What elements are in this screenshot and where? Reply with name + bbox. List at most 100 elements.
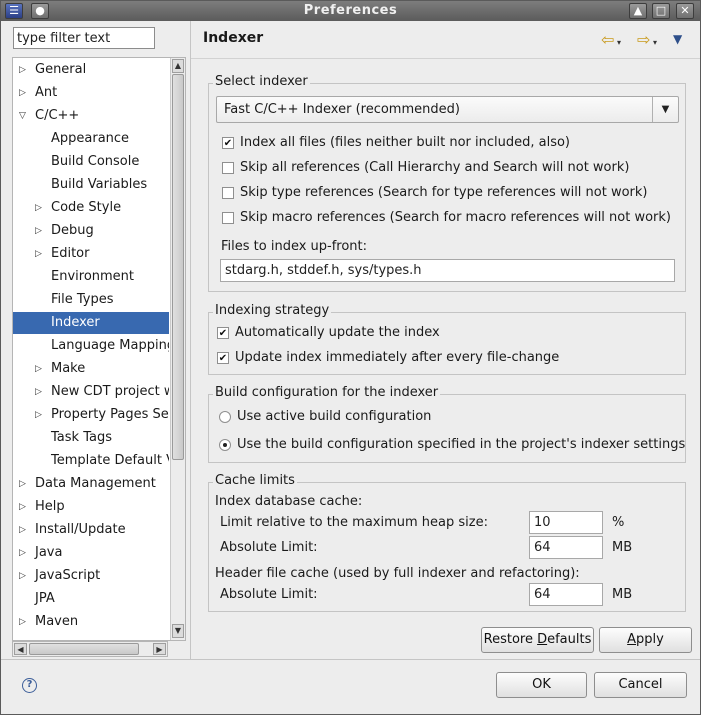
relative-limit-label: Limit relative to the maximum heap size:	[220, 515, 488, 530]
collapsed-arrow-icon[interactable]: ▷	[35, 220, 42, 242]
indexer-option-label: Skip macro references (Search for macro …	[240, 210, 672, 225]
indexer-option-label: Skip type references (Search for type re…	[240, 185, 648, 200]
tree-item[interactable]: Environment	[13, 266, 169, 288]
tree-horizontal-scrollbar[interactable]: ◀ ▶	[12, 641, 168, 657]
upfront-files-label: Files to index up-front:	[221, 239, 368, 254]
apply-button[interactable]: Apply	[599, 627, 692, 653]
scroll-up-icon[interactable]: ▲	[172, 59, 184, 73]
tree-item[interactable]: Task Tags	[13, 427, 169, 449]
collapsed-arrow-icon[interactable]: ▷	[19, 542, 26, 564]
upfront-files-input[interactable]	[220, 259, 675, 282]
tree-item[interactable]: JPA	[13, 588, 169, 610]
checkbox[interactable]: ✔	[217, 327, 229, 339]
preferences-window: ☰ ● Preferences ▲ □ ✕ ▷ Maven JPA ▷ JavaScri…	[0, 0, 701, 715]
preference-tree[interactable]: ▷ Maven JPA ▷ JavaScript ▷ Java ▷ Install/Update…	[12, 57, 186, 641]
indexer-select-value: Fast C/C++ Indexer (recommended)	[224, 102, 460, 117]
tree-item[interactable]: Template Default Values	[13, 450, 169, 472]
tree-item[interactable]: ▷ Java	[13, 542, 169, 564]
tree-item[interactable]: Indexer	[13, 312, 169, 334]
tree-item[interactable]: ▷ Maven	[13, 611, 169, 633]
tree-item[interactable]: ▷ Ant	[13, 82, 169, 104]
tree-item[interactable]: ▷ Data Management	[13, 473, 169, 495]
tree-item-label: New CDT project wizard	[51, 384, 169, 399]
strategy-option-label: Update index immediately after every fil…	[235, 350, 560, 365]
relative-limit-unit: %	[612, 515, 625, 530]
collapsed-arrow-icon[interactable]: ▷	[19, 519, 26, 541]
tree-item[interactable]: Build Console	[13, 151, 169, 173]
collapsed-arrow-icon[interactable]: ▷	[35, 381, 42, 403]
tree-item-label: C/C++	[35, 108, 80, 123]
tree-item[interactable]: Appearance	[13, 128, 169, 150]
tree-item[interactable]: Language Mappings	[13, 335, 169, 357]
radio-button[interactable]	[219, 411, 231, 423]
indexer-select[interactable]: Fast C/C++ Indexer (recommended) ▼	[216, 96, 679, 123]
collapsed-arrow-icon[interactable]: ▷	[35, 404, 42, 426]
scroll-right-icon[interactable]: ▶	[153, 643, 166, 655]
collapsed-arrow-icon[interactable]: ▷	[19, 565, 26, 587]
scroll-left-icon[interactable]: ◀	[14, 643, 27, 655]
collapsed-arrow-icon[interactable]: ▷	[19, 611, 26, 633]
tree-item[interactable]: ▷ Property Pages Settings	[13, 404, 169, 426]
scroll-thumb[interactable]	[172, 74, 184, 460]
checkbox[interactable]	[222, 162, 234, 174]
tree-item[interactable]: ▷ Editor	[13, 243, 169, 265]
build-config-option-label: Use the build configuration specified in…	[237, 437, 686, 452]
collapsed-arrow-icon[interactable]: ▷	[19, 82, 26, 104]
collapsed-arrow-icon[interactable]: ▷	[19, 496, 26, 518]
close-button[interactable]: ✕	[676, 3, 694, 19]
checkbox[interactable]: ✔	[222, 137, 234, 149]
tree-item-label: JavaScript	[35, 568, 101, 583]
tree-item[interactable]: Build Variables	[13, 174, 169, 196]
tree-item-label: Editor	[51, 246, 90, 261]
collapsed-arrow-icon[interactable]: ▷	[35, 243, 42, 265]
chevron-down-icon[interactable]: ▼	[652, 97, 678, 122]
tree-item[interactable]: ▷ General	[13, 59, 169, 81]
dialog-separator	[1, 659, 700, 660]
forward-arrow-icon[interactable]: ⇨ ▾	[637, 30, 657, 49]
collapsed-arrow-icon[interactable]: ▷	[35, 358, 42, 380]
splitter-sash[interactable]	[190, 21, 191, 659]
back-arrow-icon[interactable]: ⇦ ▾	[601, 30, 621, 49]
header-absolute-limit-label: Absolute Limit:	[220, 587, 318, 602]
tree-item-label: Appearance	[51, 131, 130, 146]
hscroll-thumb[interactable]	[29, 643, 139, 655]
window-title: Preferences	[303, 3, 398, 18]
tree-vertical-scrollbar[interactable]: ▲ ▼	[170, 58, 185, 640]
title-bar[interactable]: ☰ ● Preferences ▲ □ ✕	[1, 1, 700, 21]
tree-item-label: Language Mappings	[51, 338, 169, 353]
build-config-option-label: Use active build configuration	[237, 409, 432, 424]
restore-defaults-button[interactable]: Restore Defaults	[481, 627, 594, 653]
collapsed-arrow-icon[interactable]: ▷	[35, 197, 42, 219]
tree-item-label: JPA	[35, 591, 55, 606]
view-menu-icon[interactable]: ▼	[673, 32, 682, 46]
tree-item-label: Install/Update	[35, 522, 126, 537]
absolute-limit-input[interactable]	[529, 536, 603, 559]
collapsed-arrow-icon[interactable]: ▷	[19, 59, 26, 81]
collapsed-arrow-icon[interactable]: ▷	[19, 473, 26, 495]
shade-button[interactable]: ▲	[629, 3, 647, 19]
checkbox[interactable]: ✔	[217, 352, 229, 364]
tree-item[interactable]: ▷ Debug	[13, 220, 169, 242]
tree-item[interactable]: ▷ Install/Update	[13, 519, 169, 541]
maximize-button[interactable]: □	[652, 3, 670, 19]
tree-item[interactable]: ▷ Make	[13, 358, 169, 380]
tree-item[interactable]: File Types	[13, 289, 169, 311]
tree-item[interactable]: ▷ Code Style	[13, 197, 169, 219]
tree-item[interactable]: ▷ Help	[13, 496, 169, 518]
tree-item[interactable]: ▷ New CDT project wizard	[13, 381, 169, 403]
help-icon[interactable]: ?	[22, 678, 37, 693]
tree-item-label: Property Pages Settings	[51, 407, 169, 422]
header-absolute-limit-input[interactable]	[529, 583, 603, 606]
ok-button[interactable]: OK	[496, 672, 587, 698]
radio-button[interactable]	[219, 439, 231, 451]
expanded-arrow-icon[interactable]: ▽	[19, 105, 26, 127]
tree-item[interactable]: ▷ JavaScript	[13, 565, 169, 587]
checkbox[interactable]	[222, 212, 234, 224]
cancel-button[interactable]: Cancel	[594, 672, 687, 698]
checkbox[interactable]	[222, 187, 234, 199]
tree-item[interactable]: ▽ C/C++	[13, 105, 169, 127]
filter-input[interactable]	[13, 27, 155, 49]
relative-limit-input[interactable]	[529, 511, 603, 534]
scroll-down-icon[interactable]: ▼	[172, 624, 184, 638]
absolute-limit-unit: MB	[612, 540, 633, 555]
